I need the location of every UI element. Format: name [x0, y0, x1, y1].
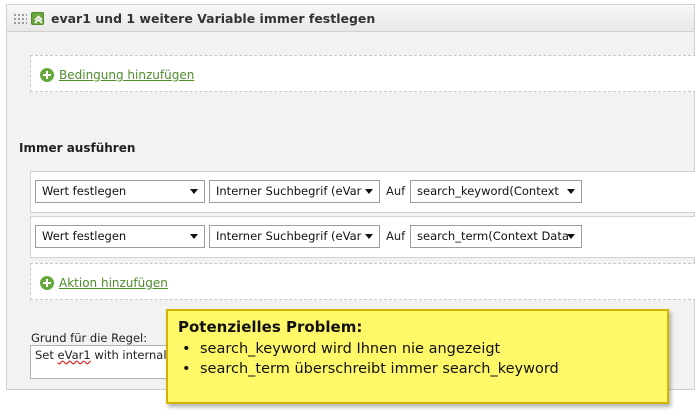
add-action-label: Aktion hinzufügen — [59, 276, 168, 290]
list-item: search_term überschreibt immer search_ke… — [178, 359, 657, 379]
add-action-area: Aktion hinzufügen — [30, 263, 695, 300]
action-row: Wert festlegen Interner Suchbegrif (eVar… — [30, 216, 695, 258]
rule-title: evar1 und 1 weitere Variable immer festl… — [51, 11, 376, 26]
value-select[interactable]: search_keyword(Context — [410, 180, 582, 203]
reason-label: Grund für die Regel: — [31, 331, 148, 345]
action-type-select[interactable]: Wert festlegen — [35, 180, 205, 203]
action-type-select[interactable]: Wert festlegen — [35, 225, 205, 248]
list-item: search_keyword wird Ihnen nie angezeigt — [178, 339, 657, 359]
add-circle-icon — [40, 276, 54, 290]
add-circle-icon — [40, 68, 54, 82]
dropdown-caret-icon — [365, 234, 373, 239]
rule-titlebar: evar1 und 1 weitere Variable immer festl… — [7, 5, 694, 32]
dropdown-caret-icon — [567, 189, 575, 194]
actions-heading: Immer ausführen — [19, 141, 136, 155]
callout-title: Potenzielles Problem: — [178, 318, 363, 336]
value-select[interactable]: search_term(Context Data — [410, 225, 582, 248]
dropdown-caret-icon — [567, 234, 575, 239]
on-label: Auf — [386, 184, 406, 198]
problem-callout: Potenzielles Problem: search_keyword wir… — [166, 309, 669, 404]
on-label: Auf — [386, 229, 406, 243]
variable-select[interactable]: Interner Suchbegrif (eVar — [209, 180, 380, 203]
conditions-area: Bedingung hinzufügen — [30, 55, 695, 92]
callout-list: search_keyword wird Ihnen nie angezeigt … — [178, 339, 657, 379]
dropdown-caret-icon — [365, 189, 373, 194]
drag-handle-icon[interactable] — [13, 13, 27, 25]
action-row: Wert festlegen Interner Suchbegrif (eVar… — [30, 171, 695, 213]
add-condition-label: Bedingung hinzufügen — [59, 68, 195, 82]
add-condition-link[interactable]: Bedingung hinzufügen — [40, 68, 194, 82]
dropdown-caret-icon — [190, 234, 198, 239]
variable-select[interactable]: Interner Suchbegrif (eVar — [209, 225, 380, 248]
collapse-icon[interactable] — [31, 12, 44, 25]
add-action-link[interactable]: Aktion hinzufügen — [40, 276, 168, 290]
dropdown-caret-icon — [190, 189, 198, 194]
